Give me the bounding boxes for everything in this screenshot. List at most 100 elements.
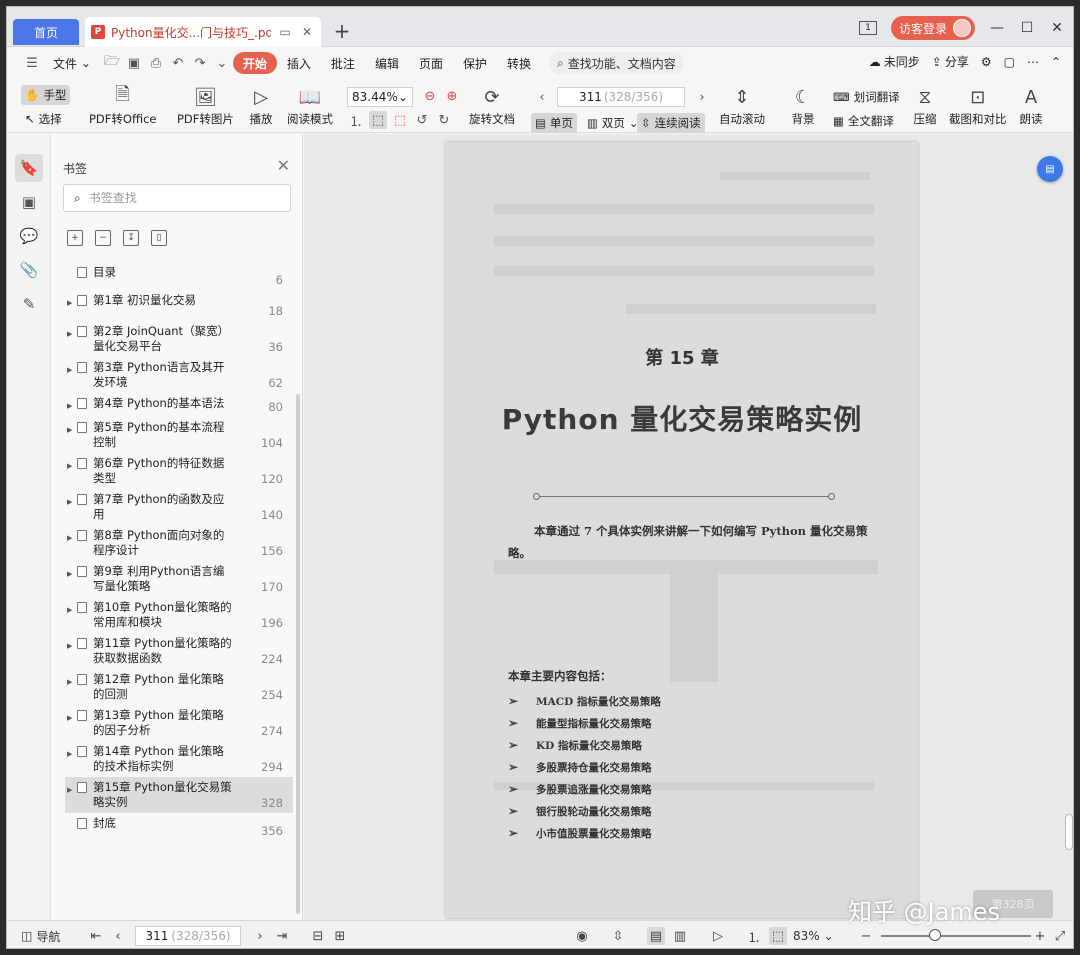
bookmark-item[interactable]: ▶ 第10章 Python量化策略的常用库和模块 196: [65, 597, 293, 633]
next-page-icon[interactable]: ›: [251, 927, 269, 945]
share-button[interactable]: ⇪ 分享: [932, 53, 969, 70]
menu-page[interactable]: 页面: [409, 52, 453, 74]
prev-page-icon[interactable]: ‹: [533, 88, 551, 106]
maximize-icon[interactable]: ☐: [1019, 20, 1035, 36]
navigation-toggle[interactable]: ◫ 导航: [21, 926, 60, 946]
hamburger-icon[interactable]: ☰: [23, 54, 41, 72]
continuous-mode-icon[interactable]: ⇳: [609, 927, 627, 945]
bookmark-item[interactable]: ▶ 第8章 Python面向对象的程序设计 156: [65, 525, 293, 561]
screenshot-compare-button[interactable]: ⊡ 截图和对比: [949, 85, 1007, 127]
play-icon[interactable]: ▷: [709, 927, 727, 945]
bookmark-item[interactable]: ▶ 第1章 初识量化交易 18: [65, 290, 293, 321]
function-search[interactable]: ⌕ 查找功能、文档内容: [549, 52, 684, 74]
expand-arrow-icon[interactable]: ▶: [67, 636, 75, 666]
read-mode-button[interactable]: 📖 阅读模式: [287, 85, 333, 127]
fit-page-icon[interactable]: ⬚: [769, 927, 787, 945]
bookmark-item[interactable]: ▶ 第3章 Python语言及其开发环境 62: [65, 357, 293, 393]
compress-button[interactable]: ⧖ 压缩: [913, 85, 937, 127]
expand-arrow-icon[interactable]: ▶: [67, 672, 75, 702]
more-icon[interactable]: ⋯: [1027, 55, 1039, 69]
hand-tool-button[interactable]: ✋ 手型: [21, 85, 71, 105]
signature-icon[interactable]: ✎: [15, 290, 43, 318]
bookmark-item[interactable]: ▶ 第4章 Python的基本语法 80: [65, 393, 293, 417]
bookmark-item[interactable]: 封底 356: [65, 813, 293, 841]
document-view[interactable]: 第 15 章 Python 量化交易策略实例 本章通过 7 个具体实例来讲解一下…: [304, 134, 1073, 920]
bookmark-item[interactable]: ▶ 第9章 利用Python语言编写量化策略 170: [65, 561, 293, 597]
expand-all-icon[interactable]: +: [67, 230, 83, 246]
word-translate-button[interactable]: ⌨ 划词翻译: [829, 87, 904, 107]
screen-icon[interactable]: ▭: [277, 24, 293, 40]
close-panel-icon[interactable]: ✕: [277, 156, 290, 175]
open-folder-icon[interactable]: 🗁: [103, 54, 121, 72]
expand-arrow-icon[interactable]: ▶: [67, 780, 75, 810]
new-tab-button[interactable]: +: [331, 21, 353, 43]
back-icon[interactable]: ⊟: [309, 927, 327, 945]
auto-scroll-button[interactable]: ⇕ 自动滚动: [719, 85, 765, 127]
menu-file[interactable]: 文件 ⌄: [43, 52, 101, 74]
bookmark-options-icon[interactable]: ▯: [151, 230, 167, 246]
minimize-icon[interactable]: —: [989, 20, 1005, 36]
settings-icon[interactable]: ⚙: [981, 55, 992, 69]
bookmark-item[interactable]: 目录 6: [65, 262, 293, 290]
bookmark-item[interactable]: ▶ 第5章 Python的基本流程控制 104: [65, 417, 293, 453]
continuous-reading-button[interactable]: ⇳ 连续阅读: [637, 113, 705, 133]
menu-start[interactable]: 开始: [232, 52, 277, 74]
comment-panel-icon[interactable]: 💬: [15, 222, 43, 250]
pdf-to-image-button[interactable]: 🖼 PDF转图片: [177, 85, 234, 127]
rotate-right-icon[interactable]: ↻: [435, 111, 453, 129]
attachment-icon[interactable]: 📎: [15, 256, 43, 284]
double-page-mode-icon[interactable]: ▥: [671, 927, 689, 945]
actual-size-icon[interactable]: ⒈: [347, 111, 365, 130]
read-aloud-button[interactable]: A 朗读: [1019, 85, 1043, 127]
pdf-to-office-button[interactable]: 🗎 PDF转Office: [89, 84, 156, 127]
bookmark-item[interactable]: ▶ 第14章 Python 量化策略的技术指标实例 294: [65, 741, 293, 777]
zoom-out-icon[interactable]: ⊖: [421, 87, 439, 105]
bookmark-item[interactable]: ▶ 第15章 Python量化交易策略实例 328: [65, 777, 293, 813]
window-count-icon[interactable]: 1: [858, 21, 877, 35]
expand-arrow-icon[interactable]: ▶: [67, 600, 75, 630]
play-button[interactable]: ▷ 播放: [249, 85, 273, 127]
bookmark-item[interactable]: ▶ 第7章 Python的函数及应用 140: [65, 489, 293, 525]
print-icon[interactable]: ⎙: [147, 54, 165, 72]
first-page-icon[interactable]: ⇤: [87, 927, 105, 945]
save-icon[interactable]: ▣: [125, 54, 143, 72]
menu-protect[interactable]: 保护: [453, 52, 497, 74]
zoom-in-icon[interactable]: +: [1031, 927, 1049, 945]
zoom-out-icon[interactable]: −: [857, 927, 875, 945]
bookmark-item[interactable]: ▶ 第13章 Python 量化策略的因子分析 274: [65, 705, 293, 741]
quick-dropdown-icon[interactable]: ⌄: [213, 54, 231, 72]
close-window-icon[interactable]: ✕: [1049, 20, 1065, 36]
background-button[interactable]: ☾ 背景: [791, 85, 815, 127]
tab-document[interactable]: P Python量化交...门与技巧_.pdf ▭ ✕: [85, 17, 321, 47]
bookmark-item[interactable]: ▶ 第11章 Python量化策略的获取数据函数 224: [65, 633, 293, 669]
zoom-select[interactable]: 83.44% ⌄: [347, 87, 413, 107]
collapse-all-icon[interactable]: −: [95, 230, 111, 246]
collapse-ribbon-icon[interactable]: ⌃: [1051, 55, 1061, 69]
select-tool-button[interactable]: ↖ 选择: [21, 109, 66, 129]
zoom-slider[interactable]: [881, 935, 1031, 937]
expand-arrow-icon[interactable]: ▶: [67, 456, 75, 486]
prev-page-icon[interactable]: ‹: [109, 927, 127, 945]
expand-arrow-icon[interactable]: ▶: [67, 564, 75, 594]
document-scrollbar[interactable]: [1065, 814, 1073, 850]
expand-arrow-icon[interactable]: ▶: [67, 744, 75, 774]
fit-page-icon[interactable]: ⬚: [369, 111, 387, 129]
add-bookmark-icon[interactable]: ↧: [123, 230, 139, 246]
expand-arrow-icon[interactable]: ▶: [67, 708, 75, 738]
redo-icon[interactable]: ↷: [191, 54, 209, 72]
expand-arrow-icon[interactable]: ▶: [67, 492, 75, 522]
thumbnail-icon[interactable]: ▣: [15, 188, 43, 216]
zoom-slider-handle[interactable]: [929, 929, 941, 941]
menu-insert[interactable]: 插入: [277, 52, 321, 74]
rotate-left-icon[interactable]: ↺: [413, 111, 431, 129]
double-page-button[interactable]: ▥ 双页 ⌄: [583, 113, 643, 133]
fit-width-icon[interactable]: ⬚: [391, 111, 409, 129]
eye-protection-icon[interactable]: ◉: [573, 927, 591, 945]
fullscreen-icon[interactable]: ⤢: [1051, 927, 1069, 945]
login-button[interactable]: 访客登录: [890, 16, 975, 40]
undo-icon[interactable]: ↶: [169, 54, 187, 72]
expand-arrow-icon[interactable]: ▶: [67, 293, 75, 311]
bookmark-item[interactable]: ▶ 第12章 Python 量化策略的回测 254: [65, 669, 293, 705]
single-page-button[interactable]: ▤ 单页: [531, 113, 577, 133]
rotate-document-button[interactable]: ⟳ 旋转文档: [469, 85, 515, 127]
